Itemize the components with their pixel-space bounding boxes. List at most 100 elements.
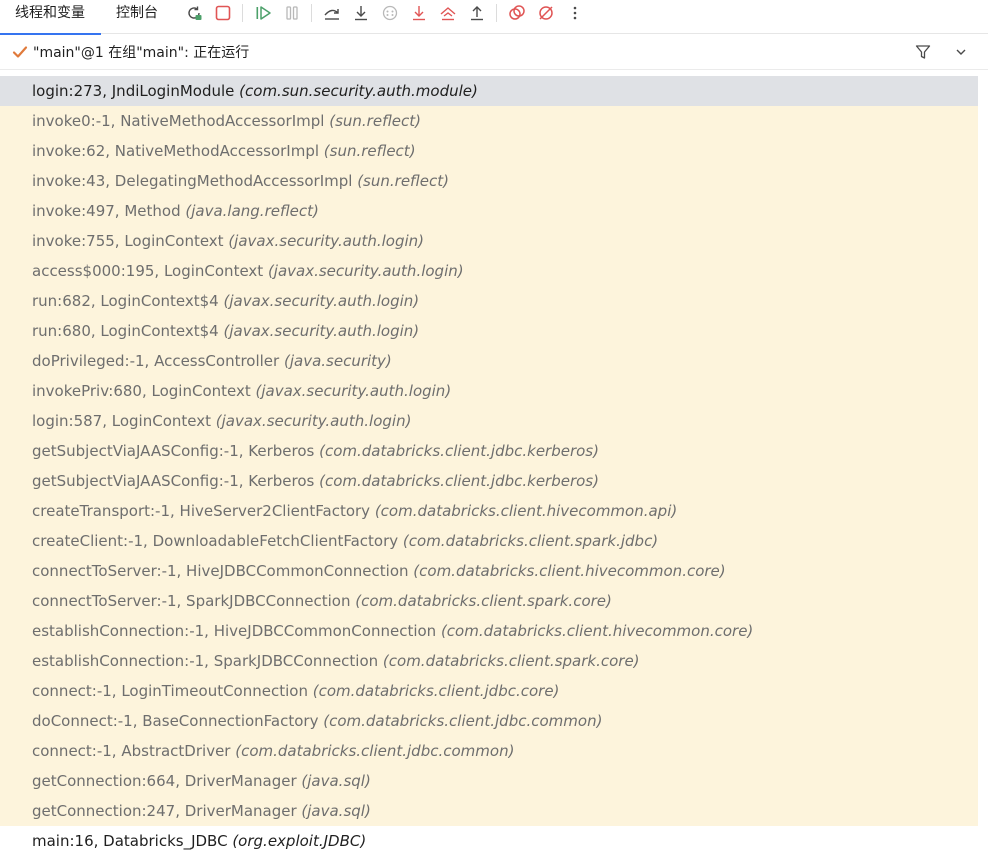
view-breakpoints-icon[interactable]: [505, 1, 529, 25]
frame-package: (javax.security.auth.login): [228, 232, 424, 250]
stack-frame[interactable]: connect:-1, LoginTimeoutConnection (com.…: [0, 676, 978, 706]
frame-method: invoke:62, NativeMethodAccessorImpl: [32, 142, 324, 160]
thread-label: "main"@1 在组"main": 正在运行: [33, 44, 250, 61]
frame-package: (javax.security.auth.login): [267, 262, 464, 280]
stack-frame[interactable]: doPrivileged:-1, AccessController (java.…: [0, 346, 978, 376]
frame-package: (com.databricks.client.hivecommon.api): [374, 502, 678, 520]
debugger-toolbar: 线程和变量 控制台: [0, 0, 988, 35]
toolbar-icons: [179, 0, 589, 34]
stack-frame[interactable]: access$000:195, LoginContext (javax.secu…: [0, 256, 978, 286]
frame-package: (sun.reflect): [323, 142, 416, 160]
frame-method: doPrivileged:-1, AccessController: [32, 352, 284, 370]
mute-breakpoints-icon[interactable]: [534, 1, 558, 25]
stack-frames-list: login:273, JndiLoginModule (com.sun.secu…: [0, 76, 978, 856]
stack-frame[interactable]: invokePriv:680, LoginContext (javax.secu…: [0, 376, 978, 406]
stack-frame[interactable]: getConnection:664, DriverManager (java.s…: [0, 766, 978, 796]
frame-method: login:587, LoginContext: [32, 412, 216, 430]
stack-frame[interactable]: login:273, JndiLoginModule (com.sun.secu…: [0, 76, 978, 106]
frame-method: connect:-1, LoginTimeoutConnection: [32, 682, 313, 700]
frame-method: createClient:-1, DownloadableFetchClient…: [32, 532, 403, 550]
frame-package: (com.databricks.client.spark.core): [382, 652, 640, 670]
frame-method: getSubjectViaJAASConfig:-1, Kerberos: [32, 472, 320, 490]
check-icon: [12, 45, 28, 58]
frame-method: invokePriv:680, LoginContext: [32, 382, 256, 400]
tab-console[interactable]: 控制台: [101, 0, 173, 34]
step-out-icon[interactable]: [465, 1, 489, 25]
toolbar-divider: [242, 3, 243, 22]
frame-package: (java.lang.reflect): [185, 202, 319, 220]
stack-frame[interactable]: createClient:-1, DownloadableFetchClient…: [0, 526, 978, 556]
more-icon[interactable]: [563, 1, 587, 25]
frame-method: connectToServer:-1, SparkJDBCConnection: [32, 592, 356, 610]
stack-frame[interactable]: invoke0:-1, NativeMethodAccessorImpl (su…: [0, 106, 978, 136]
frame-method: getConnection:247, DriverManager: [32, 802, 302, 820]
thread-selector[interactable]: "main"@1 在组"main": 正在运行: [0, 34, 988, 70]
step-into-icon[interactable]: [349, 1, 373, 25]
frame-package: (com.databricks.client.hivecommon.core): [413, 562, 726, 580]
stop-icon[interactable]: [211, 1, 235, 25]
frame-package: (com.sun.security.auth.module): [239, 82, 478, 100]
frame-package: (com.databricks.client.jdbc.common): [323, 712, 603, 730]
toolbar-divider: [311, 3, 312, 22]
frame-method: invoke:497, Method: [32, 202, 186, 220]
stack-frame[interactable]: connectToServer:-1, SparkJDBCConnection …: [0, 586, 978, 616]
stack-frame[interactable]: main:16, Databricks_JDBC (org.exploit.JD…: [0, 826, 978, 856]
filter-icon[interactable]: [914, 43, 932, 61]
frame-package: (javax.security.auth.login): [223, 322, 420, 340]
stack-frame[interactable]: connect:-1, AbstractDriver (com.databric…: [0, 736, 978, 766]
stack-frame[interactable]: establishConnection:-1, SparkJDBCConnect…: [0, 646, 978, 676]
frame-package: (java.sql): [301, 802, 371, 820]
resume-icon[interactable]: [251, 1, 275, 25]
frame-method: run:682, LoginContext$4: [32, 292, 224, 310]
chevron-down-icon[interactable]: [954, 45, 968, 59]
frame-method: connect:-1, AbstractDriver: [32, 742, 236, 760]
pause-icon[interactable]: [280, 1, 304, 25]
frame-package: (java.sql): [301, 772, 371, 790]
frame-package: (javax.security.auth.login): [223, 292, 420, 310]
frame-package: (javax.security.auth.login): [215, 412, 412, 430]
frame-method: invoke:43, DelegatingMethodAccessorImpl: [32, 172, 358, 190]
stack-frame[interactable]: invoke:497, Method (java.lang.reflect): [0, 196, 978, 226]
frame-package: (javax.security.auth.login): [255, 382, 452, 400]
frame-method: establishConnection:-1, SparkJDBCConnect…: [32, 652, 383, 670]
frame-package: (com.databricks.client.jdbc.common): [235, 742, 515, 760]
frame-method: login:273, JndiLoginModule: [32, 82, 240, 100]
force-step-into-icon[interactable]: [407, 1, 431, 25]
stack-frame[interactable]: invoke:62, NativeMethodAccessorImpl (sun…: [0, 136, 978, 166]
tab-threads-variables[interactable]: 线程和变量: [0, 0, 101, 35]
stack-frame[interactable]: doConnect:-1, BaseConnectionFactory (com…: [0, 706, 978, 736]
stack-frame[interactable]: invoke:43, DelegatingMethodAccessorImpl …: [0, 166, 978, 196]
frame-package: (com.databricks.client.jdbc.kerberos): [319, 442, 599, 460]
frame-method: invoke0:-1, NativeMethodAccessorImpl: [32, 112, 330, 130]
frame-method: connectToServer:-1, HiveJDBCCommonConnec…: [32, 562, 414, 580]
smart-step-icon[interactable]: [378, 1, 402, 25]
frame-method: run:680, LoginContext$4: [32, 322, 224, 340]
frame-package: (com.databricks.client.jdbc.core): [312, 682, 560, 700]
step-over-icon[interactable]: [320, 1, 344, 25]
frame-package: (sun.reflect): [329, 112, 421, 130]
stack-frame[interactable]: run:680, LoginContext$4 (javax.security.…: [0, 316, 978, 346]
frame-package: (com.databricks.client.hivecommon.core): [440, 622, 754, 640]
rerun-icon[interactable]: [182, 1, 206, 25]
frame-method: invoke:755, LoginContext: [32, 232, 229, 250]
frame-method: main:16, Databricks_JDBC: [32, 832, 233, 850]
toolbar-divider: [496, 3, 497, 22]
stack-frame[interactable]: getSubjectViaJAASConfig:-1, Kerberos (co…: [0, 466, 978, 496]
frame-package: (com.databricks.client.jdbc.kerberos): [319, 472, 599, 490]
frame-method: doConnect:-1, BaseConnectionFactory: [32, 712, 324, 730]
frame-package: (sun.reflect): [357, 172, 449, 190]
frame-package: (org.exploit.JDBC): [232, 832, 367, 850]
frame-package: (com.databricks.client.spark.jdbc): [402, 532, 659, 550]
stack-frame[interactable]: establishConnection:-1, HiveJDBCCommonCo…: [0, 616, 978, 646]
frame-package: (com.databricks.client.spark.core): [355, 592, 612, 610]
stack-frame[interactable]: createTransport:-1, HiveServer2ClientFac…: [0, 496, 978, 526]
drop-frame-icon[interactable]: [436, 1, 460, 25]
stack-frame[interactable]: run:682, LoginContext$4 (javax.security.…: [0, 286, 978, 316]
frame-method: establishConnection:-1, HiveJDBCCommonCo…: [32, 622, 441, 640]
stack-frame[interactable]: invoke:755, LoginContext (javax.security…: [0, 226, 978, 256]
stack-frame[interactable]: getSubjectViaJAASConfig:-1, Kerberos (co…: [0, 436, 978, 466]
stack-frame[interactable]: connectToServer:-1, HiveJDBCCommonConnec…: [0, 556, 978, 586]
stack-frame[interactable]: login:587, LoginContext (javax.security.…: [0, 406, 978, 436]
stack-frame[interactable]: getConnection:247, DriverManager (java.s…: [0, 796, 978, 826]
frame-method: getConnection:664, DriverManager: [32, 772, 302, 790]
